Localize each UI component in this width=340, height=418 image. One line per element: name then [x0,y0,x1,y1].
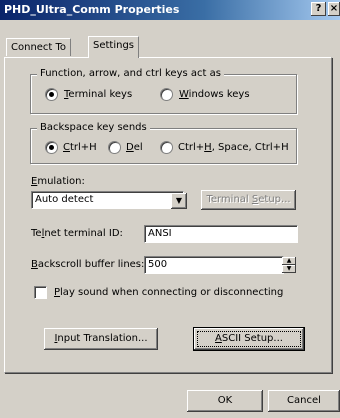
spin-up-icon[interactable]: ▲ [282,257,296,265]
play-sound-checkbox[interactable] [34,286,47,299]
ok-button[interactable]: OK [187,390,263,412]
windows-keys-radio[interactable] [160,88,173,101]
tab-settings[interactable]: Settings [88,36,140,58]
ascii-setup-button[interactable]: ASCII Setup... [193,327,305,351]
ctrl-h-label[interactable]: Ctrl+H [63,142,97,153]
help-button[interactable]: ? [311,2,326,16]
terminal-keys-radio[interactable] [45,88,58,101]
terminal-keys-label[interactable]: Terminal keys [64,89,132,100]
ctrl-h-space-radio[interactable] [160,141,173,154]
emulation-value: Auto detect [35,194,94,205]
ctrl-h-radio[interactable] [45,141,58,154]
telnet-terminal-id-label: Telnet terminal ID: [31,228,123,239]
backscroll-input[interactable]: 500 [144,256,284,274]
window-title: PHD_Ultra_Comm Properties [4,3,180,16]
emulation-dropdown-icon[interactable]: ▼ [171,193,187,209]
close-button[interactable]: × [328,2,340,16]
del-label[interactable]: Del [126,142,143,153]
ctrl-h-space-label[interactable]: Ctrl+H, Space, Ctrl+H [178,142,289,153]
del-radio[interactable] [108,141,121,154]
cancel-button[interactable]: Cancel [268,390,340,412]
emulation-label: Emulation: [31,176,85,187]
spin-down-icon[interactable]: ▼ [282,265,296,273]
tab-connect-to[interactable]: Connect To [6,38,72,56]
windows-keys-label[interactable]: Windows keys [179,89,250,100]
terminal-setup-button[interactable]: Terminal Setup... [201,190,296,210]
play-sound-label[interactable]: Play sound when connecting or disconnect… [54,287,283,298]
title-bar[interactable]: PHD_Ultra_Comm Properties ? × [0,0,340,20]
backscroll-label: Backscroll buffer lines: [31,259,145,270]
backspace-group-legend: Backspace key sends [37,122,150,133]
telnet-terminal-id-input[interactable]: ANSI [144,225,298,243]
emulation-select[interactable]: Auto detect [31,191,184,209]
input-translation-button[interactable]: Input Translation... [44,328,158,350]
keys-group-legend: Function, arrow, and ctrl keys act as [37,68,224,79]
